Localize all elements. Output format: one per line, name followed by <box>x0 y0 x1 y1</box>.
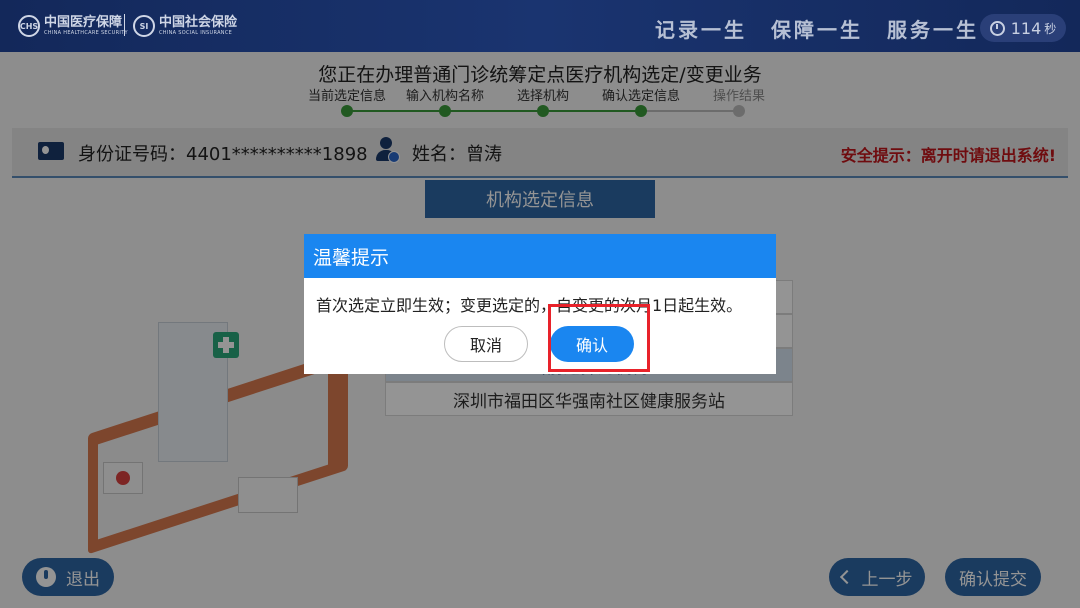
social-insurance-logo-icon: SI <box>133 15 155 37</box>
highlight-box <box>548 304 650 372</box>
cancel-button[interactable]: 取消 <box>444 326 528 362</box>
top-header: CHS 中国医疗保障 CHINA HEALTHCARE SECURITY SI … <box>0 0 1080 52</box>
slogan-protect: 保障一生 <box>771 18 863 42</box>
logo-divider <box>124 14 125 36</box>
notice-dialog: 温馨提示 首次选定立即生效；变更选定的，自变更的次月1日起生效。 取消 确认 <box>304 234 776 374</box>
healthcare-security-logo: CHS 中国医疗保障 CHINA HEALTHCARE SECURITY <box>18 12 128 40</box>
timer-value: 114 <box>1010 18 1042 38</box>
social-insurance-logo: SI 中国社会保险 CHINA SOCIAL INSURANCE <box>133 12 237 40</box>
slogans: 记录一生 保障一生 服务一生 <box>655 14 979 43</box>
dialog-message: 首次选定立即生效；变更选定的，自变更的次月1日起生效。 <box>316 296 743 315</box>
logo2-cn: 中国社会保险 <box>159 15 238 30</box>
slogan-record: 记录一生 <box>655 18 747 42</box>
timer-unit: 秒 <box>1044 21 1057 36</box>
healthcare-logo-icon: CHS <box>18 15 40 37</box>
logo1-en: CHINA HEALTHCARE SECURITY <box>44 30 128 36</box>
clock-icon <box>989 20 1005 36</box>
logo2-en: CHINA SOCIAL INSURANCE <box>159 30 233 36</box>
slogan-serve: 服务一生 <box>887 18 979 42</box>
countdown-timer: 114 秒 <box>980 14 1066 42</box>
dialog-title: 温馨提示 <box>304 234 776 278</box>
logo1-cn: 中国医疗保障 <box>44 15 123 30</box>
